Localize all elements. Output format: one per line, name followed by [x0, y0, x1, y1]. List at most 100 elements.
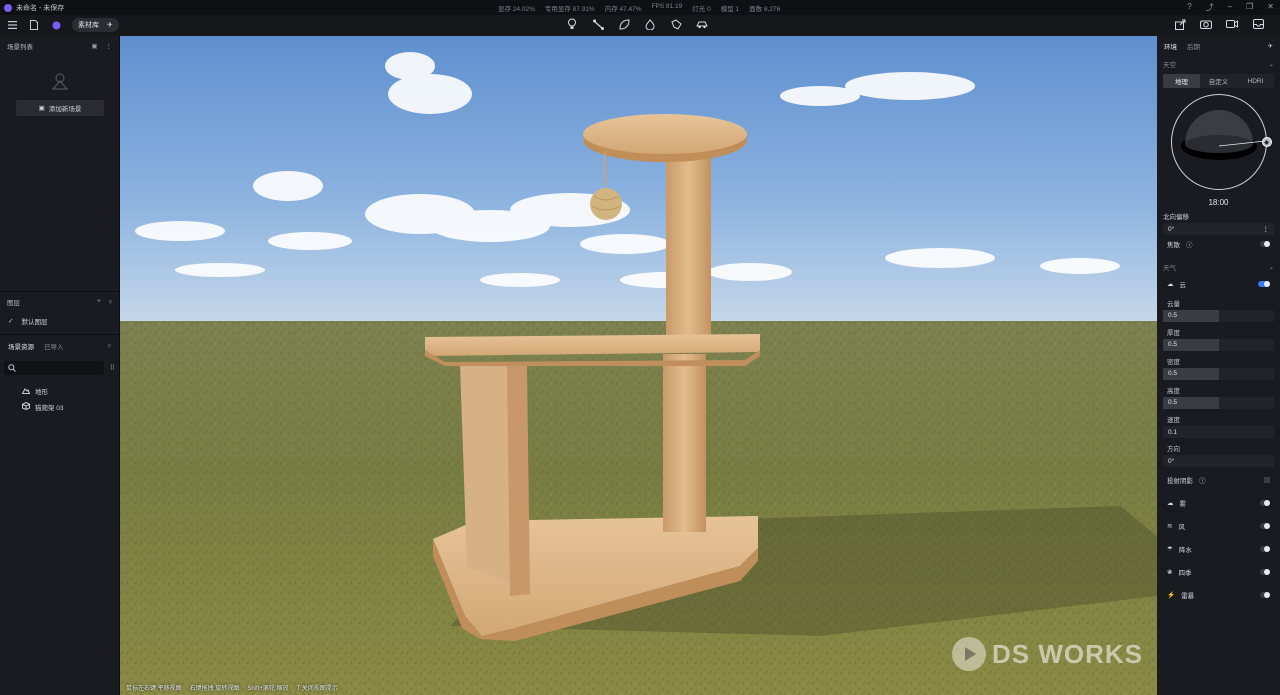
hint-pan: 鼠标左右键 平移视图	[126, 686, 182, 692]
caustics-row: 焦散 ⓘ	[1157, 235, 1280, 253]
minimize-button[interactable]: –	[1228, 2, 1232, 13]
animal-tool-icon[interactable]	[670, 18, 682, 30]
asset-item-cat-tree[interactable]: 猫爬架 03	[0, 399, 119, 415]
close-button[interactable]: ✕	[1267, 2, 1274, 13]
cloud-param-slider[interactable]: 0.5	[1163, 397, 1274, 409]
speed-input[interactable]: 0.1	[1163, 426, 1274, 438]
right-panel-tabs: 环境 后期 ✈	[1157, 36, 1280, 56]
library-button[interactable]: 素材库 ✈	[72, 18, 119, 32]
effect-label: 风	[1178, 523, 1185, 531]
effect-row: ≋ 风	[1157, 514, 1280, 537]
fire-tool-icon[interactable]	[644, 18, 656, 30]
wind-icon: ≋	[1167, 522, 1173, 530]
direction-label: 方向	[1167, 446, 1180, 453]
top-platform	[583, 114, 747, 154]
slider-value: 0.5	[1168, 341, 1178, 348]
viewport-hints: 鼠标左右键 平移视图 右键拖拽 旋转视图 Shift+滚轮 缩放 T 关闭视图提…	[126, 683, 338, 692]
caustics-toggle[interactable]	[1260, 241, 1270, 247]
stat-fps: FPS 81.19	[651, 3, 683, 10]
weather-section-header[interactable]: 天气 ⌄	[1157, 259, 1280, 275]
restore-button[interactable]: ❐	[1246, 2, 1253, 13]
terrain-icon	[21, 387, 31, 396]
effect-toggle[interactable]	[1260, 591, 1270, 598]
cloud-param-slider[interactable]: 0.5	[1163, 310, 1274, 322]
slider-label: 厚度	[1167, 330, 1180, 337]
tab-environment[interactable]: 环境	[1164, 41, 1177, 51]
help-icon[interactable]: ?	[1187, 2, 1191, 13]
sky-mode-hdri[interactable]: HDRI	[1237, 74, 1274, 88]
app-window: 未命名 - 未保存 显存 24.02% 专用显存 87.91% 内存 47.47…	[0, 0, 1280, 695]
new-file-icon[interactable]	[28, 19, 40, 31]
cloud-icon: ☁	[1167, 281, 1174, 288]
effect-row: ❀ 四季	[1157, 560, 1280, 583]
window-title: 未命名 - 未保存	[16, 4, 65, 12]
menu-icon[interactable]	[6, 19, 18, 31]
path-tool-icon[interactable]	[592, 18, 604, 30]
upper-post	[666, 154, 711, 337]
seasons-icon: ❀	[1167, 568, 1173, 576]
effect-toggle[interactable]	[1260, 522, 1270, 529]
slider-value: 0.5	[1168, 312, 1178, 319]
inbox-icon[interactable]	[1252, 18, 1264, 30]
cloud-param-slider[interactable]: 0.5	[1163, 368, 1274, 380]
slider-value: 0.5	[1168, 370, 1178, 377]
check-icon[interactable]: ✓	[8, 317, 13, 325]
cloud-row: ☁ 云	[1157, 275, 1280, 293]
sun-position-dial[interactable]: ◆	[1170, 94, 1272, 190]
effect-label: 四季	[1178, 569, 1192, 577]
add-scene-button[interactable]: ▣ 添加新场景	[16, 100, 104, 116]
plugin-icon[interactable]	[50, 19, 62, 31]
direction-input[interactable]: 0°	[1163, 455, 1274, 467]
sky-section-header[interactable]: 天空 ⌄	[1157, 56, 1280, 72]
scene-render[interactable]	[120, 36, 1157, 695]
title-bar: 未命名 - 未保存 显存 24.02% 专用显存 87.91% 内存 47.47…	[0, 0, 1280, 15]
export-group	[1174, 18, 1264, 30]
rain-icon: ☂	[1167, 545, 1173, 553]
asset-search-input[interactable]	[4, 361, 104, 375]
sky-mode-custom[interactable]: 自定义	[1200, 74, 1237, 88]
collapse-assets-icon[interactable]: ▿	[108, 342, 111, 350]
effect-label: 降水	[1178, 546, 1192, 554]
add-layer-icon[interactable]: +	[97, 298, 101, 306]
sky-mode-geo[interactable]: 地理	[1163, 74, 1200, 88]
pin-panel-icon[interactable]: ✈	[1268, 42, 1273, 50]
video-icon[interactable]	[1226, 18, 1238, 30]
tab-post-effects[interactable]: 后期	[1187, 41, 1200, 51]
camera-icon[interactable]	[1200, 18, 1212, 30]
layers-title: 图层	[7, 300, 20, 307]
leaf-tool-icon[interactable]	[618, 18, 630, 30]
collapse-layers-icon[interactable]: ▿	[109, 298, 112, 306]
share-icon[interactable]	[1174, 18, 1186, 30]
effect-toggle[interactable]	[1260, 568, 1270, 575]
watermark-text: DS WORKS	[992, 638, 1143, 669]
vehicle-tool-icon[interactable]	[696, 18, 708, 30]
info-icon[interactable]: ⓘ	[1186, 239, 1193, 249]
tab-scene-assets[interactable]: 场景资源	[8, 341, 34, 351]
tab-imported[interactable]: 已导入	[44, 341, 64, 351]
light-tool-icon[interactable]	[566, 18, 578, 30]
cloud-toggle[interactable]	[1258, 281, 1270, 287]
sun-handle-icon[interactable]: ◆	[1261, 137, 1272, 147]
scene-camera-icon[interactable]: ▣	[91, 42, 97, 50]
effect-toggle[interactable]	[1260, 499, 1270, 506]
info-icon[interactable]: ⓘ	[1199, 475, 1206, 485]
asset-item-terrain[interactable]: 地形	[0, 383, 119, 399]
asset-label: 猫爬架 03	[35, 405, 64, 412]
grid-view-icon[interactable]: ⠿	[110, 364, 115, 372]
effect-label: 雾	[1179, 500, 1187, 508]
effect-toggle[interactable]	[1260, 545, 1270, 552]
cloud-param-slider[interactable]: 0.5	[1163, 339, 1274, 351]
stat-models: 模型 1	[720, 6, 740, 13]
stat-dedicated-vram: 专用显存 87.91%	[544, 6, 595, 13]
3d-viewport[interactable]: 鼠标左右键 平移视图 右键拖拽 旋转视图 Shift+滚轮 缩放 T 关闭视图提…	[120, 36, 1157, 695]
pin-library-icon[interactable]: ✈	[107, 21, 113, 29]
hint-close: T 关闭视图提示	[296, 686, 338, 692]
layer-item-default[interactable]: ✓ 默认图层	[0, 312, 119, 330]
cast-shadow-checkbox[interactable]	[1264, 477, 1270, 483]
performance-stats: 显存 24.02% 专用显存 87.91% 内存 47.47% FPS 81.1…	[498, 3, 780, 13]
more-options-icon[interactable]: ⋮	[106, 42, 113, 50]
slider-label: 密度	[1167, 359, 1180, 366]
north-offset-input[interactable]: 0° ⋮	[1163, 223, 1274, 235]
pin-icon[interactable]: ⤴	[1206, 2, 1214, 13]
more-options-icon[interactable]: ⋮	[1263, 225, 1270, 233]
